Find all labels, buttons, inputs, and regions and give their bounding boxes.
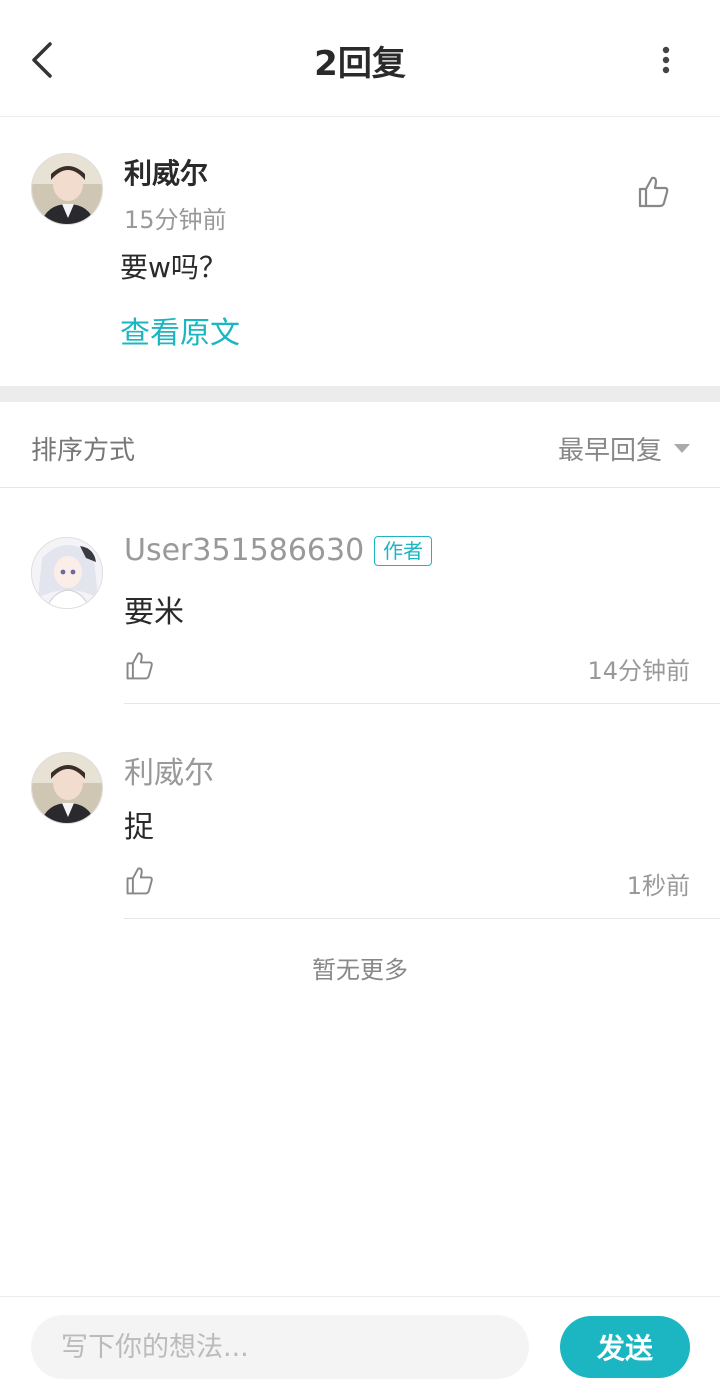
like-button[interactable] — [636, 174, 672, 210]
avatar-image — [32, 538, 102, 608]
section-divider — [0, 386, 720, 402]
reply-author-name[interactable]: 利威尔 — [124, 748, 214, 792]
avatar-image — [32, 154, 102, 224]
original-comment: 利威尔 15分钟前 要w吗？ 查看原文 — [0, 118, 720, 386]
comment-input[interactable] — [31, 1315, 529, 1379]
thumbs-up-icon — [126, 652, 153, 680]
like-button[interactable] — [124, 865, 156, 897]
author-badge: 作者 — [374, 535, 433, 566]
reply-author: 利威尔 — [124, 748, 214, 792]
post-text: 要w吗？ — [120, 251, 227, 284]
view-original-link[interactable]: 查看原文 — [120, 308, 240, 352]
sort-selected-value: 最早回复 — [557, 436, 662, 466]
chevron-left-icon — [32, 42, 52, 78]
send-button[interactable]: 发送 — [560, 1316, 690, 1378]
page-title: 2回复 — [314, 44, 406, 84]
like-button[interactable] — [124, 650, 156, 682]
more-vertical-icon — [662, 46, 670, 74]
avatar[interactable] — [31, 153, 103, 225]
sort-dropdown[interactable]: 最早回复 — [558, 430, 690, 467]
comment-composer: 发送 — [0, 1296, 720, 1396]
thumbs-up-icon — [126, 867, 153, 895]
thumbs-up-icon — [638, 176, 669, 208]
page-title-wrap: 2回复 — [0, 36, 720, 85]
reply-timestamp: 1秒前 — [626, 872, 690, 900]
post-author-name[interactable]: 利威尔 — [124, 152, 208, 192]
top-bar: 2回复 — [0, 0, 720, 117]
reply-item: 利威尔 捉 1秒前 — [0, 704, 720, 919]
back-button[interactable] — [22, 38, 66, 82]
sort-label: 排序方式 — [31, 436, 136, 466]
caret-down-icon — [674, 444, 690, 453]
reply-item: User351586630 作者 要米 14分钟前 — [0, 489, 720, 704]
no-more-wrap: 暂无更多 — [0, 950, 720, 985]
reply-timestamp: 14分钟前 — [587, 657, 690, 685]
avatar-image — [32, 753, 102, 823]
avatar[interactable] — [31, 537, 103, 609]
reply-author: User351586630 作者 — [124, 533, 433, 568]
reply-text: 要米 — [124, 595, 184, 630]
more-options-button[interactable] — [650, 40, 682, 80]
sort-bar: 排序方式 最早回复 — [0, 402, 720, 488]
no-more-text: 暂无更多 — [312, 956, 408, 984]
reply-divider — [124, 918, 720, 919]
avatar[interactable] — [31, 752, 103, 824]
reply-text: 捉 — [124, 810, 154, 845]
post-timestamp: 15分钟前 — [124, 206, 227, 234]
reply-author-name[interactable]: User351586630 — [124, 533, 364, 568]
